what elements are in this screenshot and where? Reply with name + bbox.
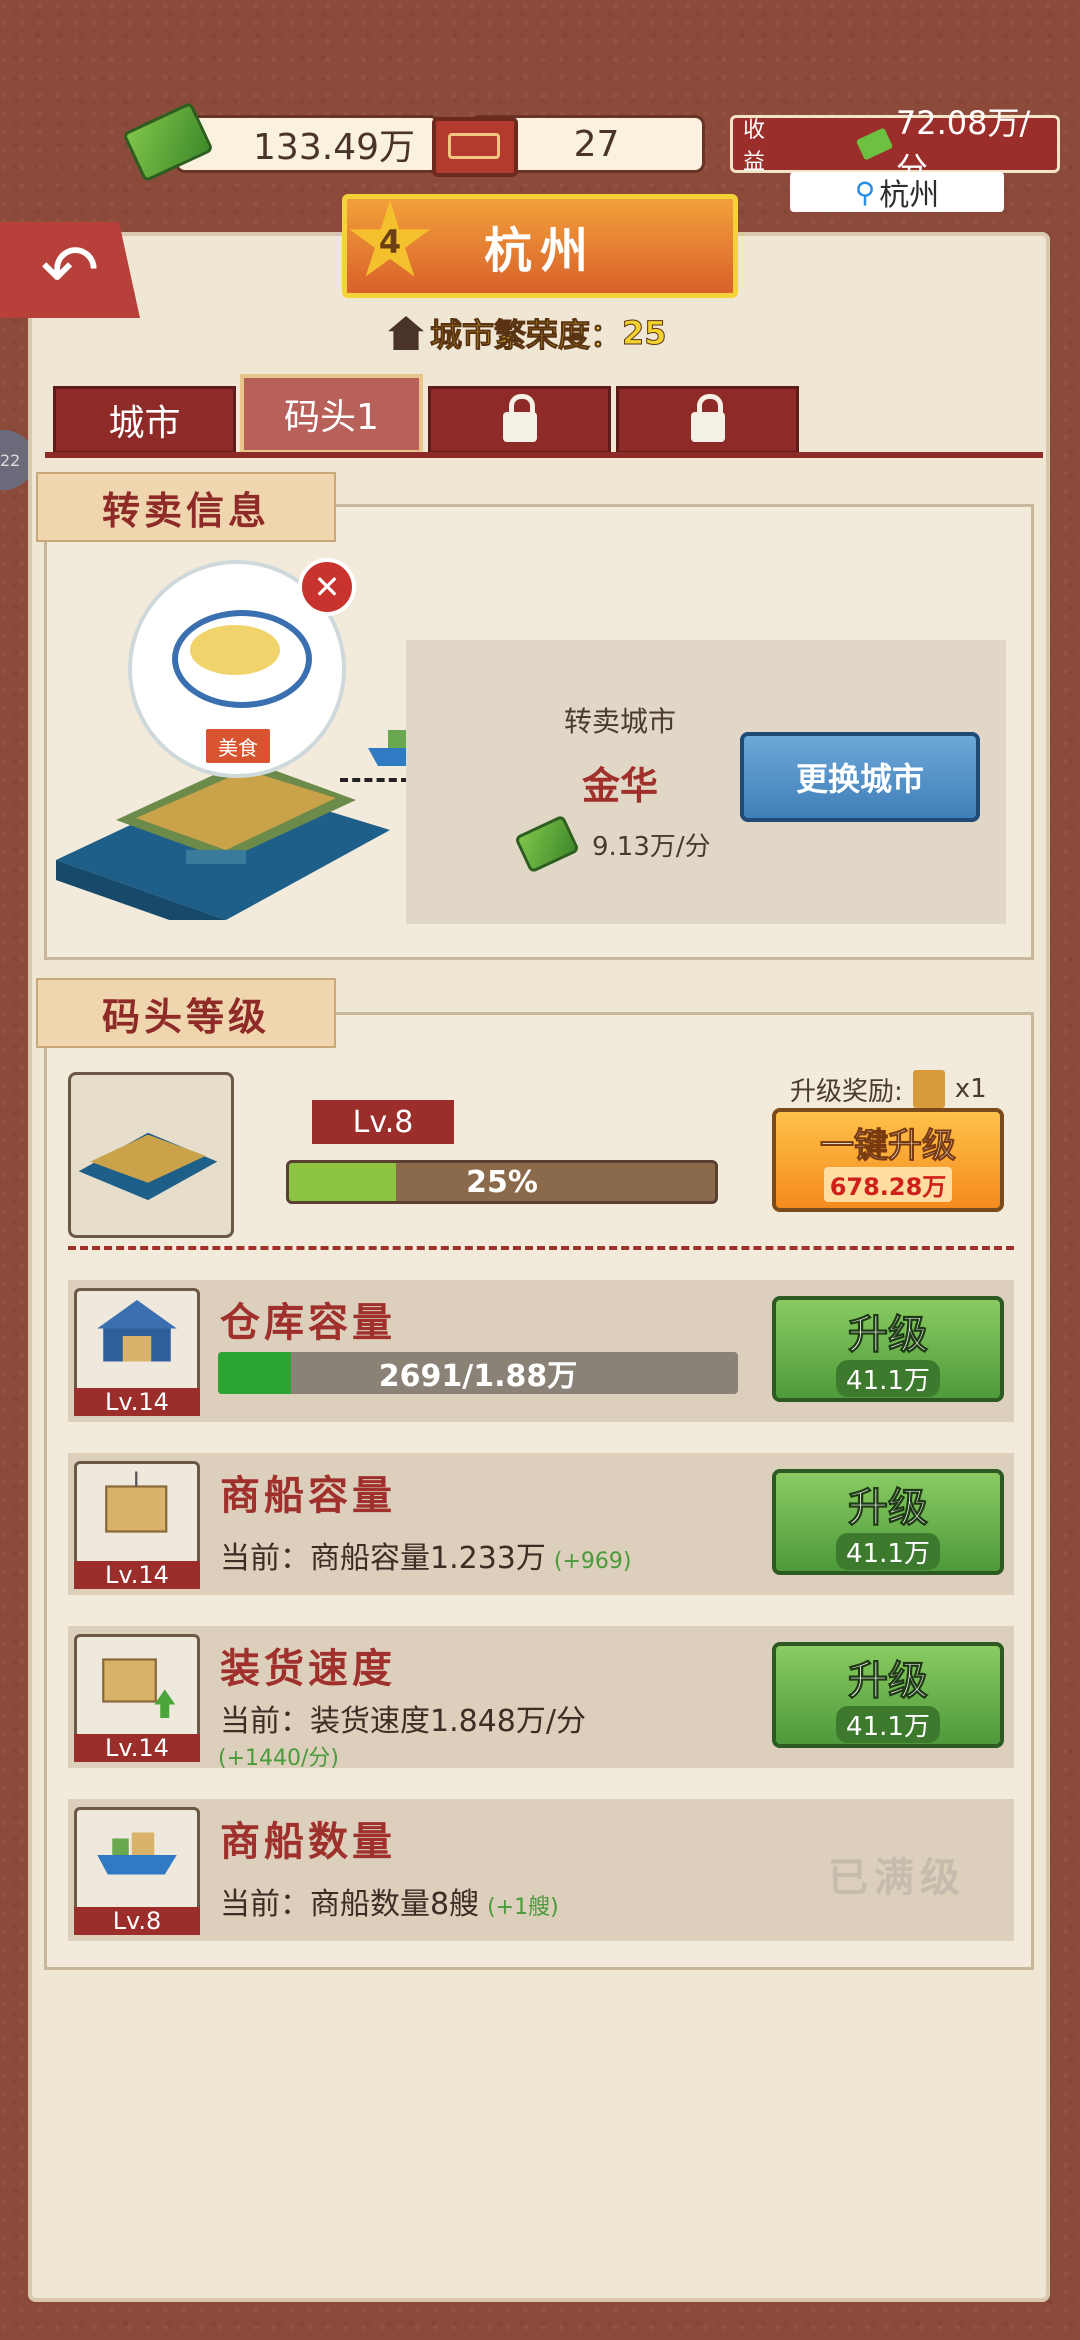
loading-crate-image: [102, 1658, 176, 1718]
tab-underline: [45, 452, 1043, 458]
city-name: 杭州: [483, 223, 596, 279]
crate-image: [105, 1471, 168, 1533]
dock-level-tag: Lv.8: [312, 1100, 454, 1144]
row-desc-text: 当前：装货速度1.848万/分: [220, 1704, 586, 1739]
row-desc-text: 当前：商船数量8艘: [220, 1887, 480, 1922]
prosperity-label: 城市繁荣度：: [429, 316, 623, 355]
upgrade-label: 升级: [848, 1311, 929, 1358]
prosperity-value: 25: [622, 314, 668, 353]
prosperity-display: 城市繁荣度： 25: [388, 310, 708, 356]
tab-dock-1[interactable]: 码头1: [240, 374, 423, 454]
row-level: Lv.8: [74, 1907, 200, 1935]
row-extra: (+1440/分): [218, 1746, 340, 1771]
house-icon: [388, 316, 424, 350]
reward-count: x1: [954, 1074, 987, 1104]
change-city-label: 更换城市: [795, 760, 924, 798]
upgrade-button[interactable]: 升级 41.1万: [772, 1296, 1004, 1402]
upgrade-button[interactable]: 升级 41.1万: [772, 1469, 1004, 1575]
tab-locked-1[interactable]: [428, 386, 611, 454]
upgrade-cost: 41.1万: [836, 1359, 940, 1397]
tab-label: 码头1: [284, 397, 379, 438]
back-button[interactable]: ↶: [0, 222, 140, 318]
dashed-divider: [68, 1246, 1014, 1250]
goods-tag: 美食: [204, 727, 272, 765]
row-title: 仓库容量: [220, 1300, 396, 1346]
income-panel[interactable]: 收益 72.08万/分: [730, 104, 1060, 188]
dumplings-icon: [190, 625, 280, 675]
warehouse-capacity-bar: 2691/1.88万: [218, 1352, 738, 1394]
section-title-text: 转卖信息: [101, 488, 270, 533]
dock-thumbnail: [68, 1072, 234, 1238]
row-desc-text: 当前：商船容量1.233万: [220, 1541, 546, 1576]
change-city-button[interactable]: 更换城市: [740, 732, 980, 822]
row-description: 当前：商船容量1.233万 (+969): [220, 1533, 631, 1577]
upgrade-cost: 41.1万: [836, 1532, 940, 1570]
upgrade-label: 升级: [848, 1657, 929, 1704]
cargo-ship-image: [97, 1832, 177, 1875]
location-badge: ⚲ 杭州: [790, 172, 1004, 213]
row-title: 商船容量: [220, 1473, 396, 1519]
row-level: Lv.14: [74, 1734, 200, 1762]
dock-level-section-title: 码头等级: [36, 978, 336, 1048]
resale-target-label: 转卖城市: [563, 705, 676, 738]
reward-card-icon: [912, 1070, 945, 1108]
resale-section-title: 转卖信息: [36, 472, 336, 542]
location-pin-icon: ⚲: [854, 175, 876, 209]
tab-city[interactable]: 城市: [53, 386, 236, 454]
lock-icon: [502, 394, 537, 442]
location-name: 杭州: [879, 178, 940, 213]
resale-rate-value: 9.13万/分: [592, 831, 711, 862]
ticket-icon: [432, 117, 518, 177]
row-level: Lv.14: [74, 1388, 200, 1416]
bar-text: 2691/1.88万: [378, 1359, 578, 1394]
upgrade-button[interactable]: 升级 41.1万: [772, 1642, 1004, 1748]
ticket-value: 27: [573, 123, 620, 165]
warehouse-image: [97, 1300, 177, 1362]
money-counter: 133.49万: [175, 115, 440, 173]
progress-text: 25%: [466, 1164, 538, 1200]
back-arrow-icon: ↶: [40, 229, 100, 311]
one-click-label: 一键升级: [820, 1126, 957, 1167]
upgrade-row-loading-speed: Lv.14 装货速度 当前：装货速度1.848万/分 (+1440/分) 升级 …: [68, 1626, 1014, 1771]
one-click-cost: 678.28万: [823, 1167, 953, 1202]
max-level-label: 已满级: [828, 1855, 966, 1901]
section-title-text: 码头等级: [101, 994, 270, 1039]
row-description: 当前：商船数量8艘 (+1艘): [220, 1879, 559, 1923]
one-click-upgrade-button[interactable]: 一键升级 678.28万: [772, 1108, 1004, 1212]
tab-label: 城市: [108, 403, 181, 444]
row-title: 装货速度: [220, 1646, 396, 1692]
close-icon[interactable]: ✕: [298, 558, 356, 616]
money-icon: [855, 127, 894, 161]
city-star-level: 4: [378, 223, 402, 261]
upgrade-cost: 41.1万: [836, 1705, 940, 1743]
dock-thumbnail-image: [78, 1132, 218, 1201]
upgrade-label: 升级: [848, 1484, 929, 1531]
row-plus: (+1艘): [487, 1895, 559, 1920]
row-plus: (+969): [553, 1549, 632, 1574]
resale-target-city: 金华: [581, 764, 658, 808]
upgrade-row-ship-count: Lv.8 商船数量 当前：商船数量8艘 (+1艘) 已满级: [68, 1799, 1014, 1941]
upgrade-row-warehouse: Lv.14 仓库容量 2691/1.88万 升级 41.1万: [68, 1280, 1014, 1422]
row-title: 商船数量: [220, 1819, 396, 1865]
lock-icon: [690, 394, 725, 442]
row-level: Lv.14: [74, 1561, 200, 1589]
dock-level-progress: 25%: [286, 1160, 718, 1204]
tab-locked-2[interactable]: [616, 386, 799, 454]
income-label: 收益: [743, 118, 766, 175]
row-description: 当前：装货速度1.848万/分: [220, 1696, 586, 1740]
money-value: 133.49万: [253, 127, 415, 168]
upgrade-reward: 升级奖励: x1: [790, 1070, 987, 1108]
reward-label: 升级奖励:: [790, 1076, 903, 1107]
resale-rate: 9.13万/分: [514, 814, 711, 874]
upgrade-row-ship-capacity: Lv.14 商船容量 当前：商船容量1.233万 (+969) 升级 41.1万: [68, 1453, 1014, 1595]
